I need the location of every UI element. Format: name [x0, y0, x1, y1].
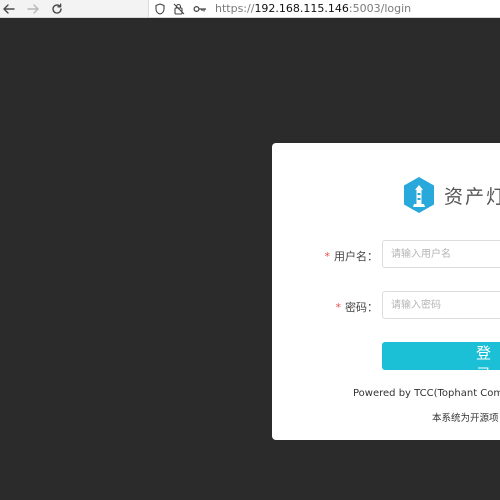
- arrow-left-icon: [3, 4, 15, 14]
- insecure-lock-icon[interactable]: [173, 3, 185, 15]
- shield-icon[interactable]: [155, 2, 165, 15]
- key-icon[interactable]: [193, 4, 207, 14]
- page: https://192.168.115.146:5003/login 资产灯 *…: [0, 0, 500, 500]
- reload-icon: [52, 3, 62, 14]
- required-mark: *: [335, 301, 342, 314]
- url-text: https://192.168.115.146:5003/login: [215, 0, 411, 17]
- reload-button[interactable]: [48, 0, 66, 18]
- required-mark: *: [324, 250, 331, 263]
- password-label-text: 密码: [345, 301, 367, 314]
- username-label: * 用户名：: [324, 250, 379, 263]
- address-bar[interactable]: https://192.168.115.146:5003/login: [148, 0, 500, 17]
- powered-by-text: Powered by TCC(Tophant Compe: [353, 388, 500, 399]
- url-scheme: https://: [215, 2, 255, 15]
- password-label: * 密码：: [335, 301, 379, 314]
- password-input[interactable]: [382, 291, 500, 319]
- arrow-right-icon: [27, 4, 39, 14]
- open-source-notice: 本系统为开源项: [432, 413, 499, 424]
- login-button[interactable]: 登录: [382, 342, 500, 383]
- url-host: 192.168.115.146: [254, 2, 349, 15]
- browser-toolbar: https://192.168.115.146:5003/login: [0, 0, 500, 18]
- url-path: :5003/login: [348, 2, 412, 15]
- lighthouse-logo-icon: [404, 177, 434, 213]
- username-label-text: 用户名: [334, 250, 367, 263]
- username-input[interactable]: [382, 240, 500, 268]
- forward-button[interactable]: [24, 0, 42, 18]
- brand-name: 资产灯: [444, 185, 500, 208]
- brand: 资产灯: [402, 176, 500, 214]
- back-button[interactable]: [0, 0, 18, 18]
